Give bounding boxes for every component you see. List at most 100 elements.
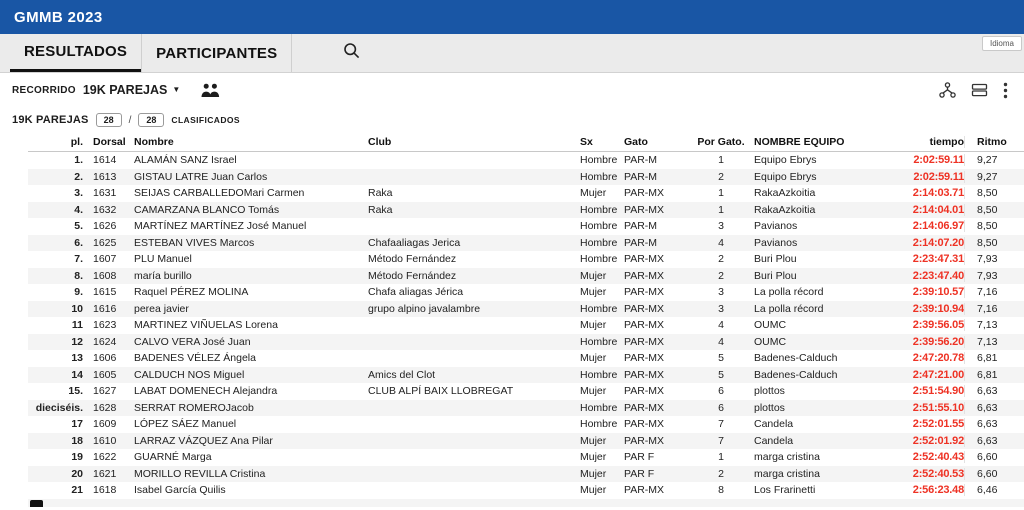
cell-pl: 12 xyxy=(28,336,88,348)
recorrido-value: 19K PAREJAS xyxy=(83,83,168,97)
col-sx[interactable]: Sx xyxy=(580,136,624,148)
cell-nombre: MARTINEZ VIÑUELAS Lorena xyxy=(134,319,368,331)
table-row[interactable]: 171609LÓPEZ SÁEZ ManuelHombrePAR-MX7Cand… xyxy=(28,416,1024,433)
cell-por-gato: 3 xyxy=(688,286,754,298)
cell-club: Raka xyxy=(368,204,580,216)
cell-por-gato: 4 xyxy=(688,336,754,348)
toolbar: RECORRIDO 19K PAREJAS ▼ xyxy=(0,73,1024,107)
cell-ritmo: 8,50 xyxy=(964,220,1014,232)
cell-por-gato: 4 xyxy=(688,237,754,249)
col-tiempo[interactable]: tiempo xyxy=(904,136,964,148)
cell-tiempo: 2:47:21.00 xyxy=(904,369,964,381)
cell-ritmo: 9,27 xyxy=(964,154,1014,166)
table-row[interactable]: 191622GUARNÉ MargaMujerPAR F1marga crist… xyxy=(28,449,1024,466)
cell-por-gato: 1 xyxy=(688,451,754,463)
total-count: 28 xyxy=(138,113,164,128)
table-row[interactable]: 111623MARTINEZ VIÑUELAS LorenaMujerPAR-M… xyxy=(28,317,1024,334)
cell-gato: PAR-MX xyxy=(624,253,688,265)
col-pl[interactable]: pl. xyxy=(28,136,88,148)
col-equipo[interactable]: NOMBRE EQUIPO xyxy=(754,136,904,148)
table-row[interactable]: 211618Isabel García QuilisMujerPAR-MX8Lo… xyxy=(28,482,1024,499)
cell-equipo: OUMC xyxy=(754,319,904,331)
cell-ritmo: 7,93 xyxy=(964,253,1014,265)
tab-resultados[interactable]: RESULTADOS xyxy=(10,34,141,72)
cell-pl: 11 xyxy=(28,319,88,331)
cell-tiempo: 2:23:47.40 xyxy=(904,270,964,282)
table-row[interactable]: 101616perea javiergrupo alpino javalambr… xyxy=(28,301,1024,318)
cell-ritmo: 6,46 xyxy=(964,484,1014,496)
cell-gato: PAR-M xyxy=(624,171,688,183)
cell-dorsal: 1605 xyxy=(88,369,134,381)
table-row[interactable]: 15.1627LABAT DOMENECH AlejandraCLUB ALPÍ… xyxy=(28,383,1024,400)
cell-pl: dieciséis. xyxy=(28,402,88,414)
cell-nombre: LABAT DOMENECH Alejandra xyxy=(134,385,368,397)
pairs-icon xyxy=(200,83,221,98)
table-row[interactable]: 5.1626MARTÍNEZ MARTÍNEZ José ManuelHombr… xyxy=(28,218,1024,235)
cell-equipo: OUMC xyxy=(754,336,904,348)
kebab-menu-icon[interactable] xyxy=(1003,82,1008,99)
language-selector[interactable]: Idioma xyxy=(982,36,1022,51)
cell-por-gato: 1 xyxy=(688,154,754,166)
table-row[interactable]: 121624CALVO VERA José JuanHombrePAR-MX4O… xyxy=(28,334,1024,351)
table-row[interactable]: 6.1625ESTEBAN VIVES MarcosChafaaliagas J… xyxy=(28,235,1024,252)
table-row[interactable]: 181610LARRAZ VÁZQUEZ Ana PilarMujerPAR-M… xyxy=(28,433,1024,450)
col-nombre[interactable]: Nombre xyxy=(134,136,368,148)
cell-tiempo: 2:52:01.55 xyxy=(904,418,964,430)
cell-equipo: Candela xyxy=(754,418,904,430)
cell-equipo: Equipo Ebrys xyxy=(754,154,904,166)
table-row[interactable]: 9.1615Raquel PÉREZ MOLINAChafa aliagas J… xyxy=(28,284,1024,301)
recorrido-dropdown[interactable]: 19K PAREJAS ▼ xyxy=(83,83,180,97)
cell-pl: 21 xyxy=(28,484,88,496)
tab-participantes[interactable]: PARTICIPANTES xyxy=(141,34,292,72)
cell-pl: 6. xyxy=(28,237,88,249)
table-row[interactable]: 141605CALDUCH NOS MiguelAmics del ClotHo… xyxy=(28,367,1024,384)
cell-sx: Hombre xyxy=(580,204,624,216)
cell-equipo: Equipo Ebrys xyxy=(754,171,904,183)
table-row[interactable]: 3.1631SEIJAS CARBALLEDOMari CarmenRakaMu… xyxy=(28,185,1024,202)
col-dorsal[interactable]: Dorsal xyxy=(88,136,134,148)
cell-por-gato: 1 xyxy=(688,204,754,216)
cell-ritmo: 6,63 xyxy=(964,418,1014,430)
cell-nombre: maría burillo xyxy=(134,270,368,282)
cell-pl: 2. xyxy=(28,171,88,183)
table-row[interactable]: 4.1632CAMARZANA BLANCO TomásRakaHombrePA… xyxy=(28,202,1024,219)
col-ritmo[interactable]: Ritmo xyxy=(964,136,1014,148)
cell-club: grupo alpino javalambre xyxy=(368,303,580,315)
table-row[interactable]: 201621MORILLO REVILLA CristinaMujerPAR F… xyxy=(28,466,1024,483)
cell-nombre: ESTEBAN VIVES Marcos xyxy=(134,237,368,249)
col-gato[interactable]: Gato xyxy=(624,136,688,148)
cell-dorsal: 1608 xyxy=(88,270,134,282)
table-row[interactable]: dieciséis.1628SERRAT ROMEROJacobHombrePA… xyxy=(28,400,1024,417)
cell-sx: Mujer xyxy=(580,187,624,199)
tab-bar: RESULTADOS PARTICIPANTES Idioma xyxy=(0,34,1024,73)
cell-pl: 4. xyxy=(28,204,88,216)
cell-gato: PAR-MX xyxy=(624,484,688,496)
table-row[interactable]: 131606BADENES VÉLEZ ÁngelaMujerPAR-MX5Ba… xyxy=(28,350,1024,367)
partial-cell-fragment xyxy=(30,500,43,507)
cell-nombre: Raquel PÉREZ MOLINA xyxy=(134,286,368,298)
cell-pl: 5. xyxy=(28,220,88,232)
cell-tiempo: 2:51:54.90 xyxy=(904,385,964,397)
cell-ritmo: 6,63 xyxy=(964,402,1014,414)
cell-pl: 17 xyxy=(28,418,88,430)
cell-tiempo: 2:39:56.05 xyxy=(904,319,964,331)
table-row[interactable]: 7.1607PLU ManuelMétodo FernándezHombrePA… xyxy=(28,251,1024,268)
search-button[interactable] xyxy=(320,34,382,72)
cell-equipo: Candela xyxy=(754,435,904,447)
col-por-gato[interactable]: Por Gato. xyxy=(688,136,754,148)
table-row[interactable]: 8.1608maría burilloMétodo FernándezMujer… xyxy=(28,268,1024,285)
cell-dorsal: 1628 xyxy=(88,402,134,414)
results-table: pl.DorsalNombreClubSxGatoPor Gato.NOMBRE… xyxy=(0,133,1024,499)
cell-gato: PAR-MX xyxy=(624,336,688,348)
table-row[interactable]: 2.1613GISTAU LATRE Juan CarlosHombrePAR-… xyxy=(28,169,1024,186)
cell-pl: 18 xyxy=(28,435,88,447)
cell-gato: PAR-MX xyxy=(624,369,688,381)
cell-nombre: SEIJAS CARBALLEDOMari Carmen xyxy=(134,187,368,199)
recorrido-label: RECORRIDO xyxy=(12,85,76,96)
cell-nombre: SERRAT ROMEROJacob xyxy=(134,402,368,414)
table-row[interactable]: 1.1614ALAMÁN SANZ IsraelHombrePAR-M1Equi… xyxy=(28,152,1024,169)
col-club[interactable]: Club xyxy=(368,136,580,148)
card-view-icon[interactable] xyxy=(971,82,988,98)
sitemap-icon[interactable] xyxy=(939,82,956,98)
cell-por-gato: 3 xyxy=(688,220,754,232)
